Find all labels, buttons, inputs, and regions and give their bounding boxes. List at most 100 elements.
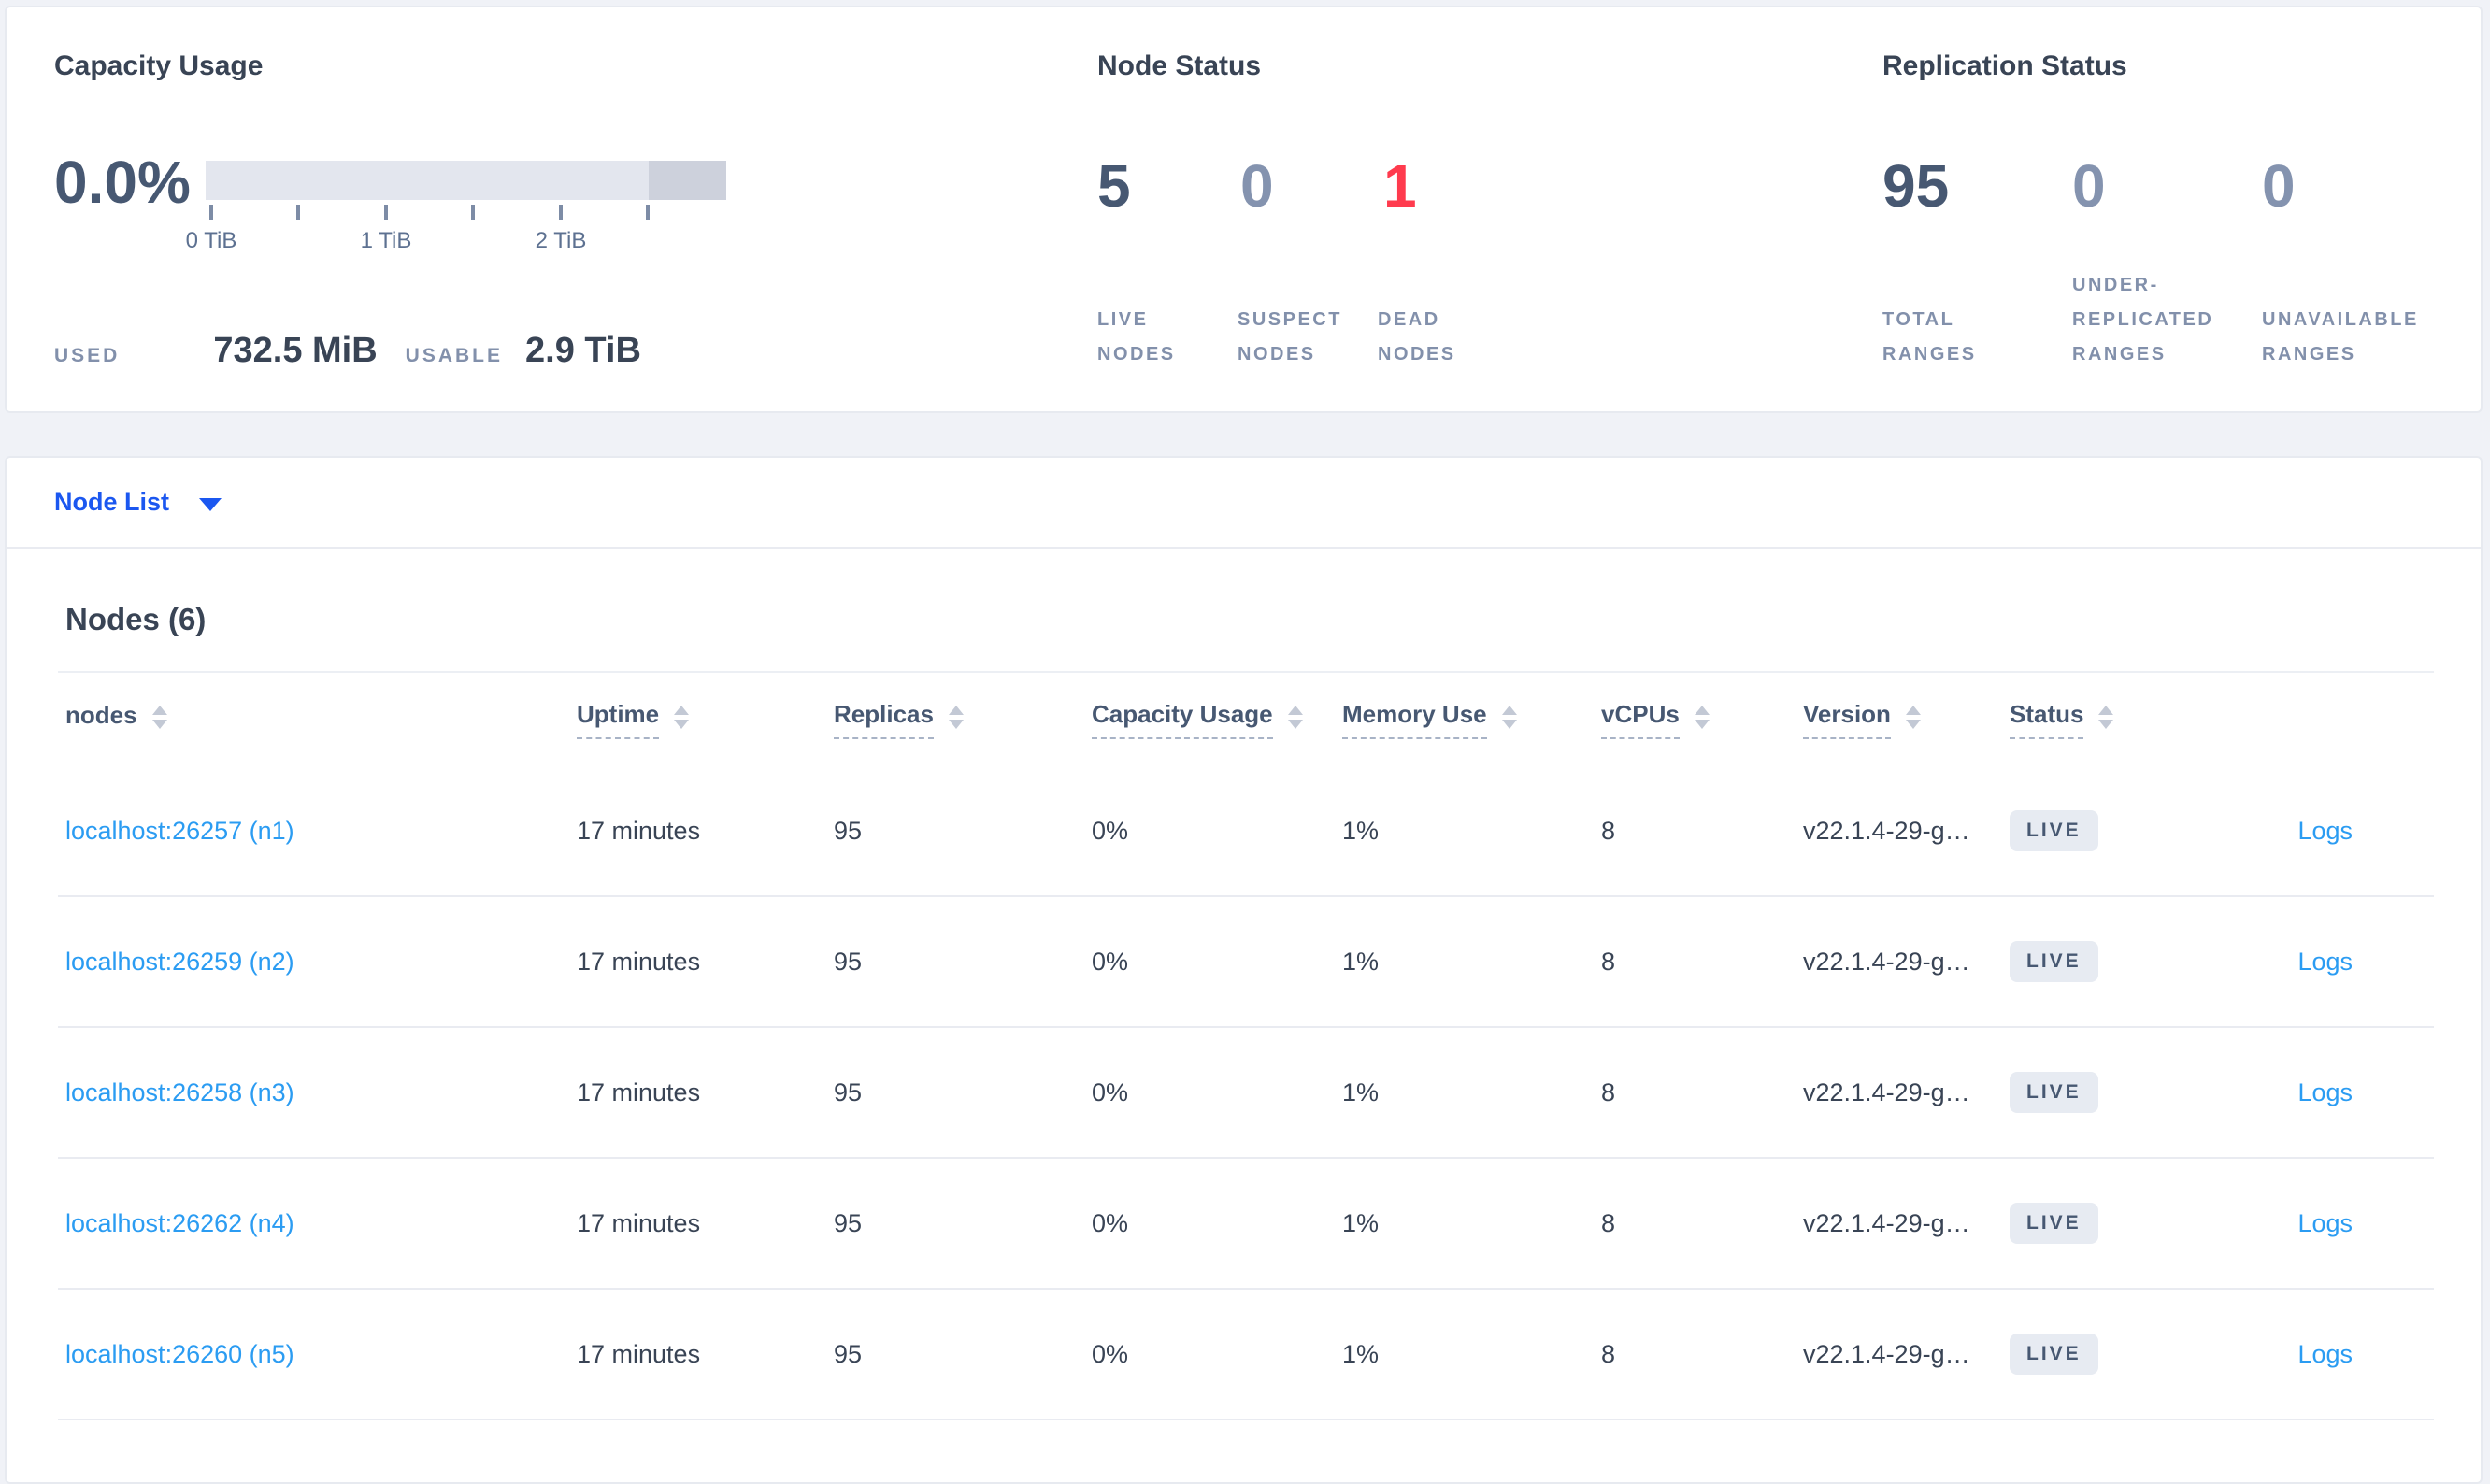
- replicas-cell: 95: [834, 1077, 863, 1106]
- table-row: localhost:26260 (n5) 17 minutes 95 0% 1%…: [58, 1290, 2434, 1420]
- status-badge: LIVE: [2010, 1334, 2098, 1375]
- node-list-dropdown[interactable]: Node List: [7, 458, 2481, 549]
- vcpus-cell: 8: [1601, 1077, 1616, 1106]
- capacity-tick-label-0: 0 TiB: [185, 228, 237, 253]
- capacity-axis-tick: [296, 205, 300, 220]
- column-header-capacity-usage[interactable]: Capacity Usage: [1092, 700, 1342, 739]
- dead-nodes-count: 1: [1383, 152, 1417, 220]
- capacity-detail-row: USED 732.5 MiB USABLE 2.9 TiB: [54, 331, 641, 371]
- table-row: localhost:26257 (n1) 17 minutes 95 0% 1%…: [58, 766, 2434, 897]
- logs-link[interactable]: Logs: [2297, 948, 2353, 976]
- node-status-numbers: 5 0 1: [1097, 152, 1526, 220]
- version-cell: v22.1.4-29-g…: [1803, 1339, 1970, 1368]
- capacity-cell: 0%: [1092, 1208, 1129, 1237]
- uptime-cell: 17 minutes: [577, 1208, 701, 1237]
- total-ranges-label: TOTAL RANGES: [1882, 309, 1977, 364]
- live-nodes-count: 5: [1097, 152, 1131, 220]
- node-status-title: Node Status: [1097, 50, 1262, 81]
- total-ranges-count: 95: [1882, 152, 1950, 220]
- under-replicated-ranges-count: 0: [2072, 152, 2106, 220]
- status-badge: LIVE: [2010, 810, 2098, 851]
- node-list-dropdown-label: Node List: [54, 488, 170, 516]
- column-header-memory-use[interactable]: Memory Use: [1342, 700, 1601, 739]
- sort-icon: [674, 705, 690, 729]
- live-nodes-label: LIVE NODES: [1097, 309, 1176, 364]
- node-link[interactable]: localhost:26257 (n1): [65, 817, 294, 845]
- capacity-bar-dark-segment: [649, 161, 726, 200]
- capacity-tick-label-2: 2 TiB: [535, 228, 587, 253]
- used-label: USED: [54, 345, 121, 366]
- memory-cell: 1%: [1342, 816, 1380, 845]
- logs-link[interactable]: Logs: [2297, 1340, 2353, 1368]
- sort-icon: [1694, 705, 1710, 729]
- version-cell: v22.1.4-29-g…: [1803, 816, 1970, 845]
- uptime-cell: 17 minutes: [577, 947, 701, 976]
- capacity-cell: 0%: [1092, 1077, 1129, 1106]
- replicas-cell: 95: [834, 947, 863, 976]
- capacity-used-percent: 0.0%: [54, 149, 191, 216]
- suspect-nodes-count: 0: [1240, 152, 1274, 220]
- capacity-axis-tick: [209, 205, 213, 220]
- capacity-tick-label-1: 1 TiB: [360, 228, 412, 253]
- memory-cell: 1%: [1342, 1208, 1380, 1237]
- sort-icon: [2098, 705, 2114, 729]
- status-badge: LIVE: [2010, 1203, 2098, 1244]
- memory-cell: 1%: [1342, 1077, 1380, 1106]
- under-replicated-ranges-label: UNDER-REPLICATED RANGES: [2072, 275, 2214, 364]
- logs-link[interactable]: Logs: [2297, 1209, 2353, 1237]
- vcpus-cell: 8: [1601, 1339, 1616, 1368]
- node-link[interactable]: localhost:26262 (n4): [65, 1209, 294, 1237]
- replication-status-numbers: 95 0 0: [1882, 152, 2452, 220]
- uptime-cell: 17 minutes: [577, 1077, 701, 1106]
- table-row: localhost:26262 (n4) 17 minutes 95 0% 1%…: [58, 1159, 2434, 1290]
- capacity-usage-bar: [206, 161, 726, 200]
- status-badge: LIVE: [2010, 1072, 2098, 1113]
- capacity-axis-tick: [559, 205, 563, 220]
- dead-nodes-label: DEAD NODES: [1378, 309, 1456, 364]
- uptime-cell: 17 minutes: [577, 1339, 701, 1368]
- column-header-vcpus[interactable]: vCPUs: [1601, 700, 1803, 739]
- uptime-cell: 17 minutes: [577, 816, 701, 845]
- unavailable-ranges-count: 0: [2262, 152, 2296, 220]
- column-header-status[interactable]: Status: [2010, 700, 2208, 739]
- capacity-axis-tick: [646, 205, 650, 220]
- capacity-axis-tick: [384, 205, 388, 220]
- sort-icon: [1287, 705, 1303, 729]
- usable-value: 2.9 TiB: [525, 331, 641, 370]
- unavailable-ranges-label: UNAVAILABLE RANGES: [2262, 309, 2419, 364]
- logs-link[interactable]: Logs: [2297, 1078, 2353, 1106]
- node-list-panel: Node List Nodes (6) nodes Uptime Replica…: [5, 456, 2483, 1484]
- version-cell: v22.1.4-29-g…: [1803, 1208, 1970, 1237]
- column-header-replicas[interactable]: Replicas: [834, 700, 1092, 739]
- node-link[interactable]: localhost:26258 (n3): [65, 1078, 294, 1106]
- version-cell: v22.1.4-29-g…: [1803, 1077, 1970, 1106]
- nodes-table-header-row: nodes Uptime Replicas Capacity Usage Mem…: [58, 673, 2434, 766]
- sort-icon: [151, 705, 167, 729]
- used-value: 732.5 MiB: [213, 331, 378, 370]
- cluster-summary-panel: Capacity Usage 0.0% 0 TiB 1 TiB 2 TiB US…: [5, 6, 2483, 413]
- memory-cell: 1%: [1342, 1339, 1380, 1368]
- vcpus-cell: 8: [1601, 1208, 1616, 1237]
- capacity-usage-title: Capacity Usage: [54, 50, 264, 81]
- column-header-uptime[interactable]: Uptime: [577, 700, 834, 739]
- status-badge: LIVE: [2010, 941, 2098, 982]
- node-link[interactable]: localhost:26260 (n5): [65, 1340, 294, 1368]
- memory-cell: 1%: [1342, 947, 1380, 976]
- column-header-version[interactable]: Version: [1803, 700, 2010, 739]
- vcpus-cell: 8: [1601, 947, 1616, 976]
- nodes-table: nodes Uptime Replicas Capacity Usage Mem…: [58, 671, 2434, 1420]
- capacity-cell: 0%: [1092, 947, 1129, 976]
- replicas-cell: 95: [834, 1339, 863, 1368]
- sort-icon: [1501, 705, 1517, 729]
- column-header-nodes[interactable]: nodes: [58, 701, 577, 738]
- logs-link[interactable]: Logs: [2297, 817, 2353, 845]
- version-cell: v22.1.4-29-g…: [1803, 947, 1970, 976]
- capacity-cell: 0%: [1092, 1339, 1129, 1368]
- table-row: localhost:26259 (n2) 17 minutes 95 0% 1%…: [58, 897, 2434, 1028]
- node-link[interactable]: localhost:26259 (n2): [65, 948, 294, 976]
- vcpus-cell: 8: [1601, 816, 1616, 845]
- chevron-down-icon: [199, 497, 222, 511]
- sort-icon: [1905, 705, 1921, 729]
- replicas-cell: 95: [834, 816, 863, 845]
- suspect-nodes-label: SUSPECT NODES: [1238, 309, 1342, 364]
